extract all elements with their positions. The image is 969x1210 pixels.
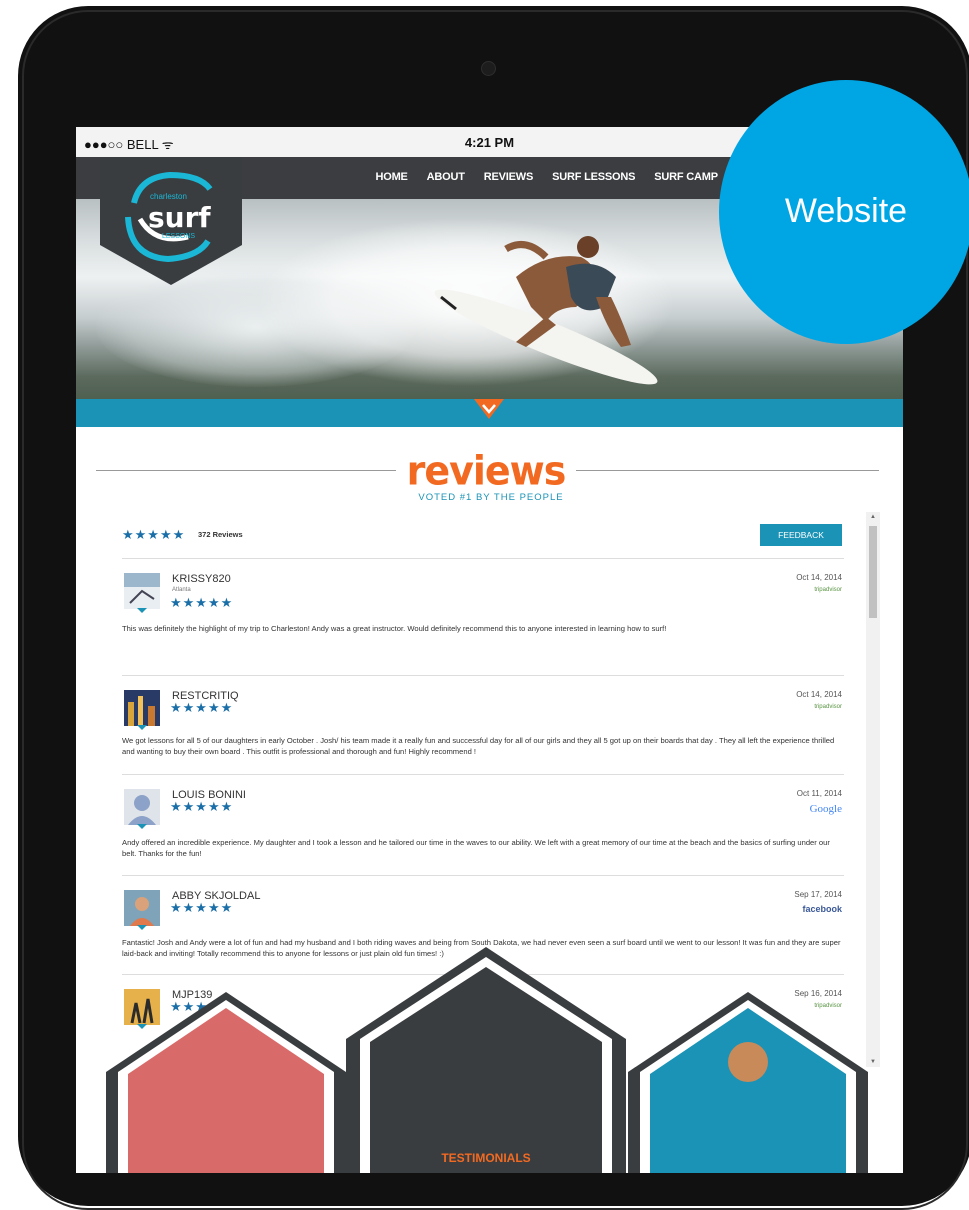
nav-menu: HOME ABOUT REVIEWS SURF LESSONS SURF CAM… bbox=[375, 171, 753, 183]
review-date: Oct 14, 2014 bbox=[796, 573, 842, 582]
section-subtitle: VOTED #1 BY THE PEOPLE bbox=[418, 492, 564, 503]
reviewer-avatar bbox=[124, 573, 160, 609]
reviews-scrollbar[interactable]: ▲ ▼ bbox=[866, 512, 880, 1067]
tripadvisor-icon: tripadvisor bbox=[814, 704, 842, 710]
scroll-down-icon[interactable] bbox=[474, 399, 504, 421]
reviews-summary: ★★★★★ 372 Reviews FEEDBACK bbox=[122, 512, 844, 559]
review-text: Andy offered an incredible experience. M… bbox=[122, 838, 830, 858]
facebook-icon: facebook bbox=[802, 904, 842, 914]
avatar-pin bbox=[137, 925, 147, 930]
scroll-up-arrow-icon[interactable]: ▲ bbox=[870, 514, 876, 520]
nav-reviews[interactable]: REVIEWS bbox=[484, 171, 534, 183]
logo-text-lessons: LESSONS bbox=[162, 233, 195, 240]
avatar-pin bbox=[137, 608, 147, 613]
review-stars: ★★★★★ bbox=[170, 799, 234, 814]
review-date: Oct 14, 2014 bbox=[796, 690, 842, 699]
reviewer-location: Atlanta bbox=[172, 587, 191, 593]
review-count: 372 Reviews bbox=[198, 530, 243, 539]
review-item: LOUIS BONINI ★★★★★ Oct 11, 2014 Google A… bbox=[122, 775, 844, 876]
review-text: This was definitely the highlight of my … bbox=[122, 624, 667, 633]
review-item: KRISSY820 Atlanta ★★★★★ Oct 14, 2014 tri… bbox=[122, 559, 844, 676]
divider-right bbox=[576, 470, 879, 471]
scroll-down-arrow-icon[interactable]: ▼ bbox=[870, 1059, 876, 1065]
testimonials-label[interactable]: TESTIMONIALS bbox=[426, 1151, 546, 1165]
reviewer-avatar bbox=[124, 789, 160, 825]
review-stars: ★★★★★ bbox=[170, 595, 234, 610]
testimonials-tile[interactable] bbox=[346, 947, 626, 1173]
feedback-button[interactable]: FEEDBACK bbox=[760, 524, 842, 546]
section-title: reviews bbox=[406, 447, 567, 495]
review-text: We got lessons for all 5 of our daughter… bbox=[122, 736, 835, 756]
review-stars: ★★★★★ bbox=[170, 900, 234, 915]
site-logo[interactable]: charleston surf LESSONS bbox=[100, 157, 242, 287]
review-date: Sep 17, 2014 bbox=[794, 890, 842, 899]
feature-tile-left[interactable] bbox=[106, 992, 346, 1173]
reviewer-avatar bbox=[124, 690, 160, 726]
reviewer-avatar bbox=[124, 890, 160, 926]
review-date: Oct 11, 2014 bbox=[796, 789, 842, 798]
feature-tile-right[interactable] bbox=[628, 992, 868, 1173]
logo-text-charleston: charleston bbox=[150, 192, 187, 201]
review-item: RESTCRITIQ ★★★★★ Oct 14, 2014 tripadviso… bbox=[122, 676, 844, 775]
avatar-pin bbox=[137, 725, 147, 730]
google-icon: Google bbox=[809, 803, 842, 815]
logo-text-surf: surf bbox=[148, 201, 211, 234]
website-badge-label: Website bbox=[784, 192, 908, 230]
nav-surf-lessons[interactable]: SURF LESSONS bbox=[552, 171, 635, 183]
divider-left bbox=[96, 470, 396, 471]
nav-about[interactable]: ABOUT bbox=[427, 171, 465, 183]
avatar-pin bbox=[137, 824, 147, 829]
scrollbar-thumb[interactable] bbox=[869, 526, 877, 618]
tripadvisor-icon: tripadvisor bbox=[814, 587, 842, 593]
front-camera bbox=[481, 61, 496, 76]
nav-surf-camp[interactable]: SURF CAMP bbox=[654, 171, 718, 183]
rating-stars: ★★★★★ bbox=[122, 527, 186, 542]
nav-home[interactable]: HOME bbox=[375, 171, 407, 183]
reviewer-name: KRISSY820 bbox=[172, 573, 231, 585]
review-stars: ★★★★★ bbox=[170, 700, 234, 715]
